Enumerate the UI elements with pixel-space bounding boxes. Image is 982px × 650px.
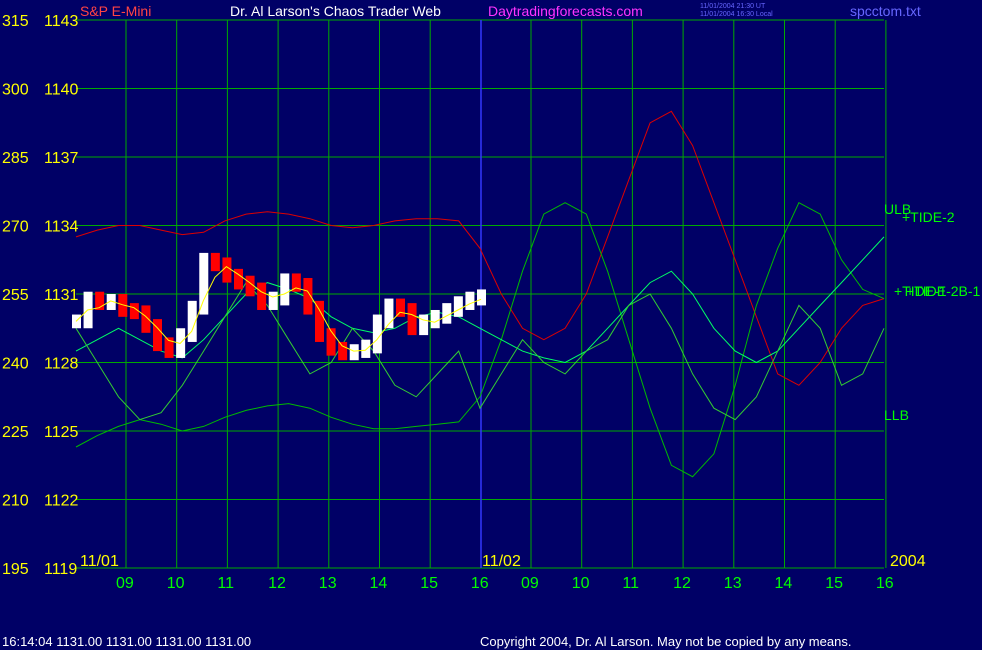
price-bar: [349, 344, 359, 361]
price-bar: [430, 309, 440, 329]
y-right-tick-label: 1119: [44, 561, 77, 578]
copyright: Copyright 2004, Dr. Al Larson. May not b…: [480, 634, 851, 649]
price-bar: [129, 303, 139, 320]
x-tick-label: 16: [471, 575, 489, 592]
y-right-tick-label: 1143: [44, 13, 79, 30]
price-bar: [257, 282, 267, 310]
y-left-tick-label: 225: [2, 424, 29, 441]
date-label: 11/02: [482, 553, 521, 570]
price-bar: [453, 296, 463, 317]
y-left-tick-label: 240: [2, 356, 29, 373]
price-bar: [396, 298, 405, 317]
x-tick-label: 14: [370, 575, 388, 592]
x-tick-label: 16: [876, 575, 894, 592]
last-quote: 16:14:04 1131.00 1131.00 1131.00 1131.00: [2, 634, 251, 649]
y-left-tick-label: 255: [2, 287, 29, 304]
x-tick-label: 10: [572, 575, 590, 592]
x-tick-label: 09: [116, 575, 134, 592]
y-right-tick-label: 1134: [44, 219, 79, 236]
x-tick-label: 15: [420, 575, 438, 592]
x-tick-label: 12: [673, 575, 691, 592]
time-ut: 11/01/2004 21:30 UT: [700, 3, 766, 10]
y-right-tick-label: 1122: [44, 493, 79, 510]
y-left-tick-label: 270: [2, 219, 29, 236]
price-bar: [407, 303, 417, 336]
x-tick-label: 14: [775, 575, 793, 592]
price-bar: [465, 291, 475, 310]
x-tick-label: 11: [217, 575, 234, 592]
y-right-tick-label: 1131: [44, 287, 79, 304]
x-tick-label: 09: [521, 575, 539, 592]
price-bar: [361, 339, 371, 358]
series-label: LLB: [884, 407, 909, 423]
y-right-tick-label: 1125: [44, 424, 79, 441]
price-chart: 315 1143 300 1140 285 1137 270 1134 255 1131 240 11…: [0, 0, 982, 650]
price-bar: [210, 252, 220, 272]
price-bar: [315, 300, 324, 342]
x-tick-label: 13: [724, 575, 742, 592]
site-link[interactable]: Daytradingforecasts.com: [488, 3, 643, 19]
y-left-tick-label: 300: [2, 82, 29, 99]
y-left-tick-label: 285: [2, 150, 29, 167]
price-bar: [222, 257, 232, 283]
price-bar: [419, 314, 429, 336]
series-label: +TIDE-2B-1: [906, 283, 981, 299]
price-bar: [326, 328, 336, 356]
price-bar: [372, 314, 382, 354]
price-bar: [338, 341, 348, 361]
y-left-tick-label: 315: [2, 13, 29, 30]
instrument-label: S&P E-Mini: [80, 3, 151, 19]
y-left-tick-label: 195: [2, 561, 29, 578]
price-bar: [477, 289, 486, 306]
price-bar: [280, 273, 290, 306]
date-label: 11/01: [80, 553, 119, 570]
price-bar: [153, 319, 162, 352]
series-label: +TIDE-2: [902, 209, 955, 225]
date-label: 2004: [890, 553, 926, 570]
y-left-tick-label: 210: [2, 493, 29, 510]
x-tick-label: 12: [268, 575, 286, 592]
time-local: 11/01/2004 16:30 Local: [700, 11, 773, 18]
y-right-tick-label: 1137: [44, 150, 79, 167]
price-bar: [199, 252, 209, 315]
data-filename: spcctom.txt: [850, 3, 921, 19]
y-right-tick-label: 1140: [44, 82, 79, 99]
x-tick-label: 13: [319, 575, 337, 592]
price-bar: [442, 303, 452, 324]
x-tick-label: 11: [622, 575, 639, 592]
y-right-tick-label: 1128: [44, 356, 79, 373]
price-bar: [268, 291, 278, 310]
x-tick-label: 15: [825, 575, 843, 592]
x-tick-label: 10: [167, 575, 185, 592]
chart-title: Dr. Al Larson's Chaos Trader Web: [230, 3, 441, 19]
